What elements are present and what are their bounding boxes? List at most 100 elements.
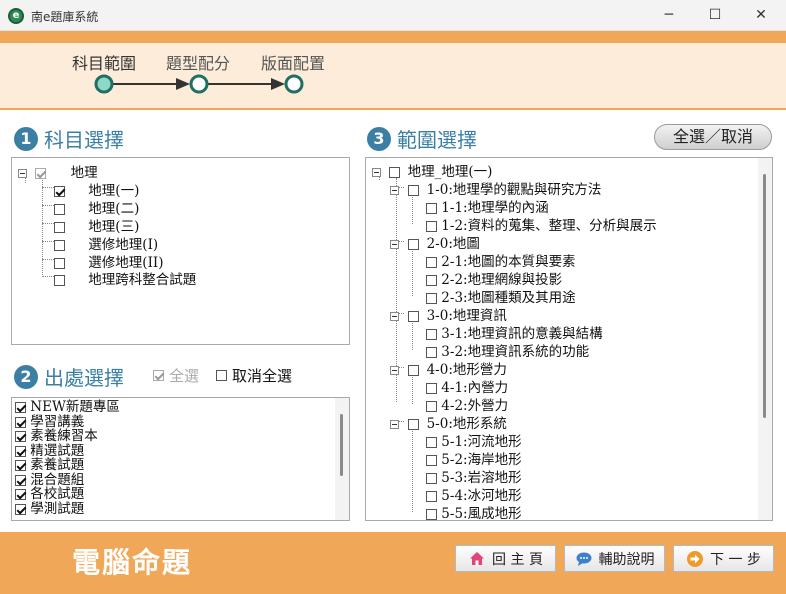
subject-item-1[interactable]: 地理(一)	[54, 179, 139, 199]
range-chapter-5[interactable]: 5-0:地形系統	[390, 412, 507, 432]
collapse-icon[interactable]	[18, 169, 27, 178]
source-checkbox-2[interactable]	[15, 417, 26, 428]
range-section-checkbox-4-1[interactable]	[426, 383, 437, 394]
maximize-button[interactable]: ☐	[692, 0, 738, 31]
step-node-3	[284, 74, 304, 94]
range-chapter-checkbox-3[interactable]	[408, 311, 420, 322]
source-checkbox-8[interactable]	[15, 504, 26, 515]
collapse-icon[interactable]	[390, 420, 399, 429]
subject-checkbox-1[interactable]	[54, 186, 65, 197]
bottom-bar: 電腦命題 回 主 頁 輔助說明 下 一 步	[0, 532, 786, 594]
section-number-3: 3	[367, 126, 391, 151]
collapse-icon[interactable]	[390, 312, 399, 321]
range-section-checkbox-2-2[interactable]	[426, 275, 437, 286]
range-scroll-thumb[interactable]	[763, 174, 766, 418]
range-section-checkbox-5-2[interactable]	[426, 455, 437, 466]
range-section-5-5[interactable]: 5-5:風成地形	[426, 502, 522, 520]
subject-tree-panel: 地理 地理(一) 地理(二) 地理(三) 選修地理(I) 選修地理(II) 地理…	[11, 157, 350, 345]
source-item-7[interactable]: 各校試題	[15, 487, 84, 501]
source-checkbox-1[interactable]	[15, 402, 26, 413]
collapse-icon[interactable]	[390, 240, 399, 249]
range-section-2-1[interactable]: 2-1:地圖的本質與要素	[426, 250, 576, 270]
range-section-3-1[interactable]: 3-1:地理資訊的意義與結構	[426, 322, 603, 342]
source-item-8[interactable]: 學測試題	[15, 502, 84, 516]
range-section-checkbox-5-3[interactable]	[426, 473, 437, 484]
source-checkbox-4[interactable]	[15, 446, 26, 457]
subject-item-6[interactable]: 地理跨科整合試題	[54, 268, 196, 288]
window-title: 南e題庫系統	[31, 10, 99, 24]
subject-checkbox-3[interactable]	[54, 222, 65, 233]
help-button[interactable]: 輔助說明	[564, 545, 665, 572]
range-chapter-1[interactable]: 1-0:地理學的觀點與研究方法	[390, 178, 601, 198]
subject-checkbox-6[interactable]	[54, 275, 65, 286]
range-chapter-checkbox-5[interactable]	[408, 419, 420, 430]
source-checkbox-7[interactable]	[15, 489, 26, 500]
close-button[interactable]: ✕	[738, 0, 784, 31]
source-item-4[interactable]: 精選試題	[15, 444, 84, 458]
source-checkbox-5[interactable]	[15, 460, 26, 471]
collapse-icon[interactable]	[372, 168, 381, 177]
chat-bubble-icon	[576, 552, 591, 566]
range-section-1-1[interactable]: 1-1:地理學的內涵	[426, 196, 549, 216]
source-checkbox-3[interactable]	[15, 431, 26, 442]
collapse-icon[interactable]	[390, 186, 399, 195]
subject-item-3[interactable]: 地理(三)	[54, 215, 139, 235]
source-scrollbar[interactable]	[335, 398, 349, 520]
section-number-1: 1	[14, 126, 38, 151]
minimize-button[interactable]: ─	[646, 0, 692, 31]
range-section-2-3[interactable]: 2-3:地圖種類及其用途	[426, 286, 576, 306]
range-chapter-checkbox-4[interactable]	[408, 365, 420, 376]
subject-checkbox-2[interactable]	[54, 204, 65, 215]
range-section-checkbox-1-2[interactable]	[426, 221, 437, 232]
source-item-6[interactable]: 混合題組	[15, 473, 84, 487]
range-section-4-1[interactable]: 4-1:內營力	[426, 376, 508, 396]
range-section-5-3[interactable]: 5-3:岩溶地形	[426, 466, 522, 486]
source-checkbox-6[interactable]	[15, 475, 26, 486]
range-chapter-4[interactable]: 4-0:地形營力	[390, 358, 507, 378]
subject-root-checkbox[interactable]	[35, 168, 47, 179]
range-section-1-2[interactable]: 1-2:資料的蒐集、整理、分析與展示	[426, 214, 657, 234]
range-section-checkbox-5-4[interactable]	[426, 491, 437, 502]
home-button[interactable]: 回 主 頁	[455, 545, 556, 572]
source-item-1[interactable]: NEW新題專區	[15, 400, 120, 414]
range-section-checkbox-4-2[interactable]	[426, 401, 437, 412]
main-panel: 1 科目選擇 地理 地理(一) 地理(二) 地理(三) 選修地理(I) 選修地理…	[0, 112, 786, 532]
range-section-4-2[interactable]: 4-2:外營力	[426, 394, 508, 414]
source-deselect-all[interactable]: 取消全選	[216, 365, 292, 386]
range-section-5-4[interactable]: 5-4:冰河地形	[426, 484, 522, 504]
source-select-all[interactable]: 全選	[153, 365, 199, 386]
range-section-checkbox-3-1[interactable]	[426, 329, 437, 340]
range-section-3-2[interactable]: 3-2:地理資訊系統的功能	[426, 340, 589, 360]
collapse-icon[interactable]	[390, 366, 399, 375]
source-item-3[interactable]: 素養練習本	[15, 429, 98, 443]
subject-checkbox-4[interactable]	[54, 240, 65, 251]
subject-item-2[interactable]: 地理(二)	[54, 197, 139, 217]
range-section-checkbox-1-1[interactable]	[426, 203, 437, 214]
range-section-5-2[interactable]: 5-2:海岸地形	[426, 448, 522, 468]
range-scrollbar[interactable]	[758, 158, 772, 520]
source-scroll-thumb[interactable]	[340, 414, 343, 476]
source-list-panel: NEW新題專區 學習講義 素養練習本 精選試題 素養試題 混合題組 各校試題 學…	[11, 397, 350, 521]
range-chapter-checkbox-1[interactable]	[408, 185, 420, 196]
source-item-2[interactable]: 學習講義	[15, 415, 84, 429]
source-select-all-checkbox[interactable]	[153, 370, 164, 381]
section-subject-heading: 1 科目選擇	[14, 124, 124, 153]
next-step-button[interactable]: 下 一 步	[673, 545, 774, 572]
range-chapter-checkbox-2[interactable]	[408, 239, 420, 250]
range-section-checkbox-5-5[interactable]	[426, 509, 437, 520]
range-section-checkbox-2-1[interactable]	[426, 257, 437, 268]
range-tree-root[interactable]: 地理_地理(一)	[372, 160, 492, 180]
range-section-checkbox-5-1[interactable]	[426, 437, 437, 448]
range-chapter-2[interactable]: 2-0:地圖	[390, 232, 480, 252]
source-deselect-all-checkbox[interactable]	[216, 370, 227, 381]
range-root-checkbox[interactable]	[389, 167, 401, 178]
source-item-5[interactable]: 素養試題	[15, 458, 84, 472]
range-toggle-all-button[interactable]: 全選／取消	[654, 124, 772, 150]
range-section-2-2[interactable]: 2-2:地理網線與投影	[426, 268, 562, 288]
range-section-5-1[interactable]: 5-1:河流地形	[426, 430, 522, 450]
range-section-checkbox-3-2[interactable]	[426, 347, 437, 358]
subject-item-4[interactable]: 選修地理(I)	[54, 233, 158, 253]
range-section-checkbox-2-3[interactable]	[426, 293, 437, 304]
subject-tree-root[interactable]: 地理	[18, 161, 98, 181]
range-chapter-3[interactable]: 3-0:地理資訊	[390, 304, 507, 324]
